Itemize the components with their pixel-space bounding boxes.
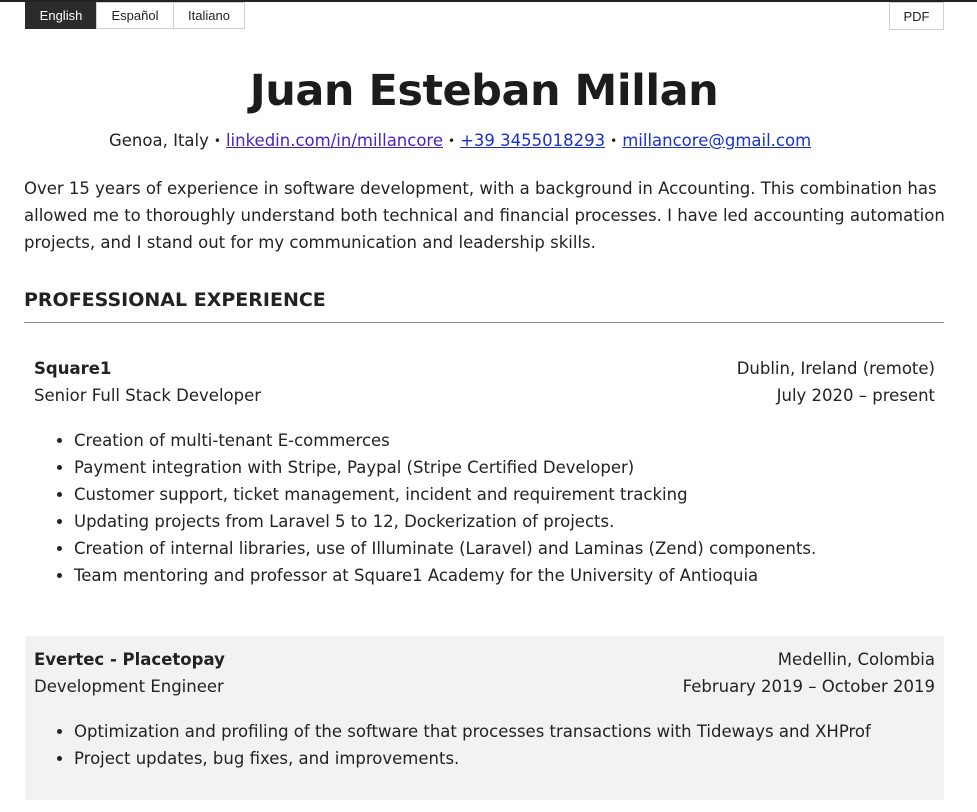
list-item: Team mentoring and professor at Square1 … <box>74 562 935 589</box>
lang-english-button[interactable]: English <box>25 2 97 29</box>
lang-italian-button[interactable]: Italiano <box>173 2 245 29</box>
job-dates: February 2019 – October 2019 <box>682 677 935 696</box>
list-item: Payment integration with Stripe, Paypal … <box>74 454 935 481</box>
company-name: Evertec - Placetopay <box>34 650 225 669</box>
company-name: Square1 <box>34 359 112 378</box>
section-divider <box>24 322 944 323</box>
list-item: Project updates, bug fixes, and improvem… <box>74 745 935 772</box>
section-title-experience: PROFESSIONAL EXPERIENCE <box>24 289 326 311</box>
job-location: Dublin, Ireland (remote) <box>736 359 935 378</box>
resume-name: Juan Esteban Millan <box>249 66 719 116</box>
location-text: Genoa, Italy <box>109 131 209 150</box>
phone-link[interactable]: +39 3455018293 <box>460 131 605 150</box>
contact-line: Genoa, Italy • linkedin.com/in/millancore •… <box>109 131 811 150</box>
job-responsibilities: Creation of multi-tenant E-commerces Pay… <box>34 427 935 589</box>
list-item: Updating projects from Laravel 5 to 12, … <box>74 508 935 535</box>
separator-dot: • <box>610 134 618 148</box>
separator-dot: • <box>213 134 221 148</box>
list-item: Optimization and profiling of the softwa… <box>74 718 935 745</box>
job-responsibilities: Optimization and profiling of the softwa… <box>34 718 935 772</box>
lang-spanish-button[interactable]: Español <box>96 2 174 29</box>
job-location: Medellin, Colombia <box>777 650 935 669</box>
list-item: Creation of multi-tenant E-commerces <box>74 427 935 454</box>
job-role: Senior Full Stack Developer <box>34 386 262 405</box>
job-entry-square1: Square1 Dublin, Ireland (remote) Senior … <box>25 355 944 589</box>
job-entry-evertec: Evertec - Placetopay Medellin, Colombia … <box>25 636 944 800</box>
email-link[interactable]: millancore@gmail.com <box>622 131 811 150</box>
pdf-download-button[interactable]: PDF <box>889 2 944 30</box>
list-item: Customer support, ticket management, inc… <box>74 481 935 508</box>
separator-dot: • <box>448 134 456 148</box>
list-item: Creation of internal libraries, use of I… <box>74 535 935 562</box>
linkedin-link[interactable]: linkedin.com/in/millancore <box>226 131 443 150</box>
job-role: Development Engineer <box>34 677 224 696</box>
profile-summary: Over 15 years of experience in software … <box>24 179 945 252</box>
language-switcher: English Español Italiano <box>25 2 245 29</box>
job-dates: July 2020 – present <box>776 386 935 405</box>
